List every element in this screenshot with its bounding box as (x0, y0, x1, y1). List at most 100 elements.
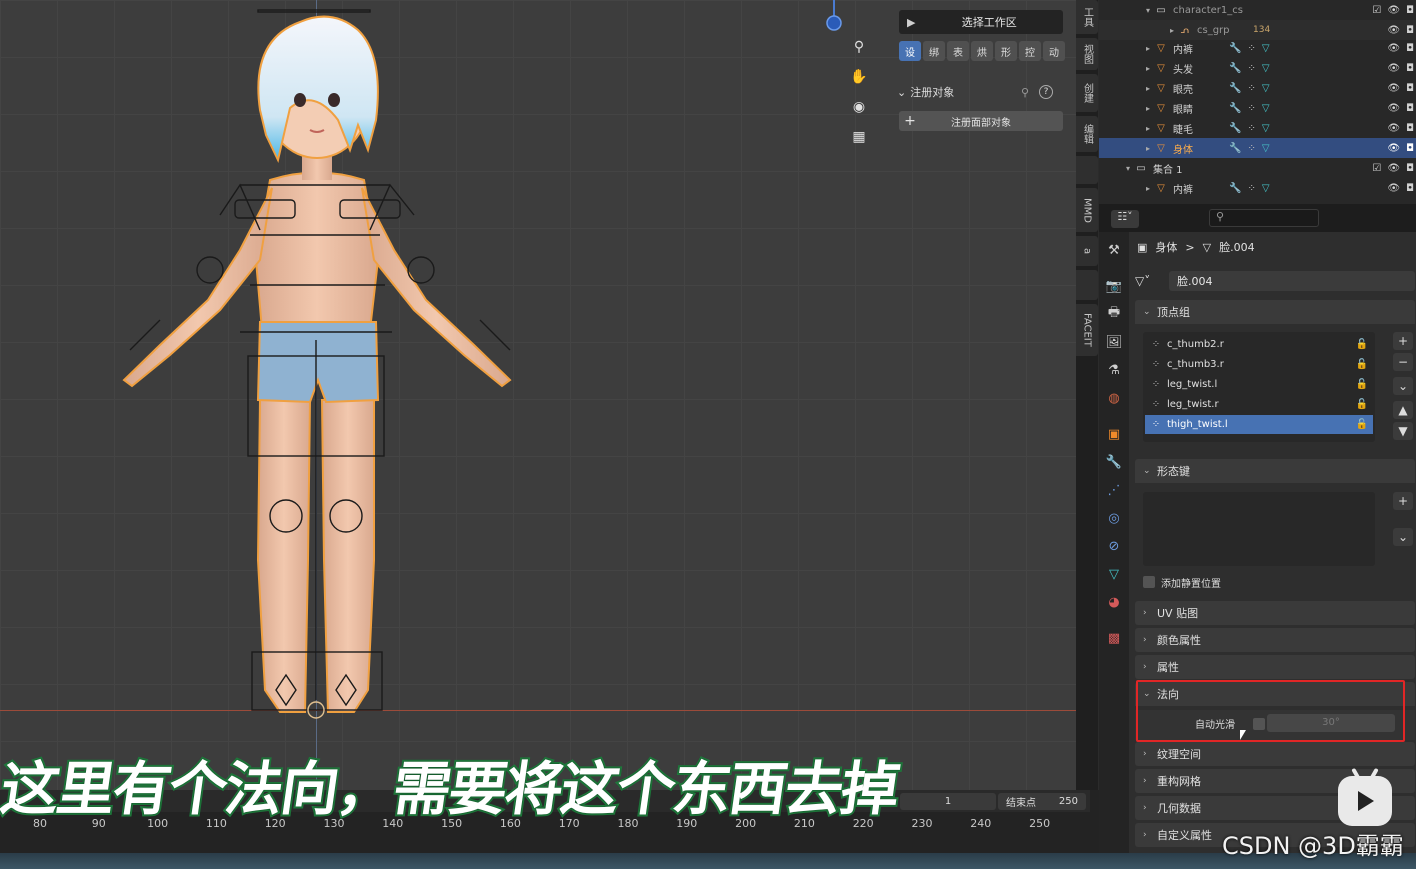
uv-maps-panel-header[interactable]: › UV 贴图 (1135, 601, 1415, 625)
register-section-header[interactable]: ⌄ 注册对象 ⚲ ? (897, 82, 1063, 102)
mesh-name-field[interactable]: 脸.004 (1169, 271, 1415, 291)
checkbox-icon[interactable]: ☑ (1372, 163, 1381, 174)
tab-animation[interactable]: 动 (1043, 41, 1065, 61)
chevron-right-icon[interactable]: ▸ (1143, 64, 1153, 73)
chevron-right-icon[interactable]: ▸ (1143, 84, 1153, 93)
outliner-row[interactable]: ▸ ▽ 头发 🔧 ⁘ ▽ 👁 ◘ (1099, 58, 1416, 78)
eye-icon[interactable]: 👁 (1387, 143, 1400, 154)
texture-space-panel-header[interactable]: › 纹理空间 (1135, 742, 1415, 766)
material-icon[interactable]: ◕ (1104, 592, 1124, 612)
tab-misc[interactable] (1076, 156, 1098, 184)
camera-icon[interactable]: ◉ (846, 94, 872, 120)
shape-keys-panel-header[interactable]: ⌄ 形态键 (1135, 459, 1415, 483)
tab-faceit[interactable]: FACEIT (1076, 304, 1098, 356)
list-item[interactable]: ⁘ leg_twist.l 🔓 (1145, 375, 1373, 394)
view-layer-icon[interactable]: 🖼 (1104, 332, 1124, 352)
add-shape-key-button[interactable]: + (1393, 492, 1413, 510)
modifier-wrench-icon[interactable]: 🔧 (1104, 452, 1124, 472)
outliner-row[interactable]: ▸ ▽ 内裤 🔧 ⁘ ▽ 👁 ◘ (1099, 178, 1416, 198)
outliner-row-selected[interactable]: ▸ ▽ 身体 🔧 ⁘ ▽ 👁 ◘ (1099, 138, 1416, 158)
add-vertex-group-button[interactable]: + (1393, 332, 1413, 350)
tab-expression[interactable]: 表 (947, 41, 969, 61)
unlock-icon[interactable]: 🔓 (1351, 419, 1373, 430)
chevron-down-icon[interactable]: ▾ (1123, 164, 1133, 173)
tab-control[interactable]: 控 (1019, 41, 1041, 61)
eye-icon[interactable]: 👁 (1387, 25, 1400, 36)
move-up-button[interactable]: ▲ (1393, 401, 1413, 419)
vertex-group-menu-button[interactable]: ⌄ (1393, 377, 1413, 395)
outliner-row[interactable]: ▾ ▭ 集合 1 ☑ 👁 ◘ (1099, 158, 1416, 178)
list-item[interactable]: ⁘ leg_twist.r 🔓 (1145, 395, 1373, 414)
tab-create[interactable]: 创建 (1076, 74, 1098, 112)
chevron-right-icon[interactable]: ▸ (1143, 124, 1153, 133)
eye-icon[interactable]: 👁 (1387, 43, 1400, 54)
shape-key-menu-button[interactable]: ⌄ (1393, 528, 1413, 546)
outliner-row[interactable]: ▸ ▽ 内裤 🔧 ⁘ ▽ 👁 ◘ (1099, 38, 1416, 58)
register-face-button[interactable]: + 注册面部对象 (899, 111, 1063, 131)
outliner-row[interactable]: ▸ ▽ 眼睛 🔧 ⁘ ▽ 👁 ◘ (1099, 98, 1416, 118)
mesh-data-icon[interactable]: ▽˅ (1135, 274, 1169, 288)
eye-icon[interactable]: 👁 (1387, 5, 1400, 16)
mesh-data-icon[interactable]: ▽ (1104, 564, 1124, 584)
camera-icon[interactable]: ◘ (1406, 63, 1414, 74)
list-item[interactable]: ⁘ c_thumb2.r 🔓 (1145, 335, 1373, 354)
scene-icon[interactable]: ⚗ (1104, 360, 1124, 380)
end-frame-field[interactable]: 结束点 250 (998, 793, 1086, 810)
tab-mmd[interactable]: MMD (1076, 188, 1098, 232)
eye-icon[interactable]: 👁 (1387, 103, 1400, 114)
help-icon[interactable]: ? (1039, 85, 1053, 99)
remove-vertex-group-button[interactable]: − (1393, 353, 1413, 371)
outliner-row[interactable]: ▸ ᕄ cs_grp 134 👁 ◘ (1099, 20, 1416, 40)
tab-edit[interactable]: 编辑 (1076, 116, 1098, 152)
tab-a[interactable]: a (1076, 236, 1098, 266)
eye-icon[interactable]: 👁 (1387, 163, 1400, 174)
3d-viewport[interactable]: ⚲ ✋ ◉ ▦ ▶ 选择工作区 设 绑 表 烘 形 控 动 ⌄ 注册对象 ⚲ ?… (0, 0, 1078, 790)
pan-hand-icon[interactable]: ✋ (846, 64, 872, 90)
camera-icon[interactable]: ◘ (1406, 143, 1414, 154)
color-attributes-panel-header[interactable]: › 颜色属性 (1135, 628, 1415, 652)
camera-icon[interactable]: ◘ (1406, 183, 1414, 194)
camera-icon[interactable]: ◘ (1406, 43, 1414, 54)
list-item[interactable]: ⁘ c_thumb3.r 🔓 (1145, 355, 1373, 374)
attributes-panel-header[interactable]: › 属性 (1135, 655, 1415, 679)
constraints-icon[interactable]: ⊘ (1104, 536, 1124, 556)
tab-bind[interactable]: 绑 (923, 41, 945, 61)
eye-icon[interactable]: 👁 (1387, 83, 1400, 94)
add-rest-position-checkbox[interactable] (1143, 576, 1155, 588)
select-workspace-row[interactable]: ▶ 选择工作区 (899, 10, 1063, 34)
tab-bake[interactable]: 烘 (971, 41, 993, 61)
tab-tool[interactable]: 工具 (1076, 0, 1098, 34)
world-icon[interactable]: ◍ (1104, 388, 1124, 408)
camera-icon[interactable]: ◘ (1406, 25, 1414, 36)
unlock-icon[interactable]: 🔓 (1351, 379, 1373, 390)
chevron-right-icon[interactable]: ▸ (1143, 44, 1153, 53)
render-icon[interactable]: 📷 (1104, 276, 1124, 296)
vertex-groups-panel-header[interactable]: ⌄ 顶点组 (1135, 300, 1415, 324)
unlock-icon[interactable]: 🔓 (1351, 359, 1373, 370)
outliner-row[interactable]: ▸ ▽ 眼壳 🔧 ⁘ ▽ 👁 ◘ (1099, 78, 1416, 98)
chevron-down-icon[interactable]: ▾ (1143, 6, 1153, 15)
camera-icon[interactable]: ◘ (1406, 103, 1414, 114)
eye-icon[interactable]: 👁 (1387, 63, 1400, 74)
eye-icon[interactable]: 👁 (1387, 183, 1400, 194)
zoom-icon[interactable]: ⚲ (846, 34, 872, 60)
character-model[interactable] (100, 0, 540, 730)
add-rest-position-row[interactable]: 添加静置位置 (1143, 573, 1221, 591)
camera-icon[interactable]: ◘ (1406, 123, 1414, 134)
move-down-button[interactable]: ▼ (1393, 422, 1413, 440)
camera-icon[interactable]: ◘ (1406, 163, 1414, 174)
start-frame-field[interactable]: 1 (900, 793, 996, 810)
physics-icon[interactable]: ◎ (1104, 508, 1124, 528)
unlock-icon[interactable]: 🔓 (1351, 399, 1373, 410)
eye-icon[interactable]: 👁 (1387, 123, 1400, 134)
object-icon[interactable]: ▣ (1104, 424, 1124, 444)
camera-icon[interactable]: ◘ (1406, 5, 1414, 16)
tab-view[interactable]: 视图 (1076, 38, 1098, 70)
texture-icon[interactable]: ▩ (1104, 628, 1124, 648)
tab-tag-icon[interactable] (1076, 270, 1098, 300)
pin-icon[interactable]: ⚲ (1021, 86, 1029, 99)
unlock-icon[interactable]: 🔓 (1351, 339, 1373, 350)
list-item-active[interactable]: ⁘ thigh_twist.l 🔓 (1145, 415, 1373, 434)
checkbox-icon[interactable]: ☑ (1372, 5, 1381, 16)
tool-icon[interactable]: ⚒ (1104, 240, 1124, 260)
